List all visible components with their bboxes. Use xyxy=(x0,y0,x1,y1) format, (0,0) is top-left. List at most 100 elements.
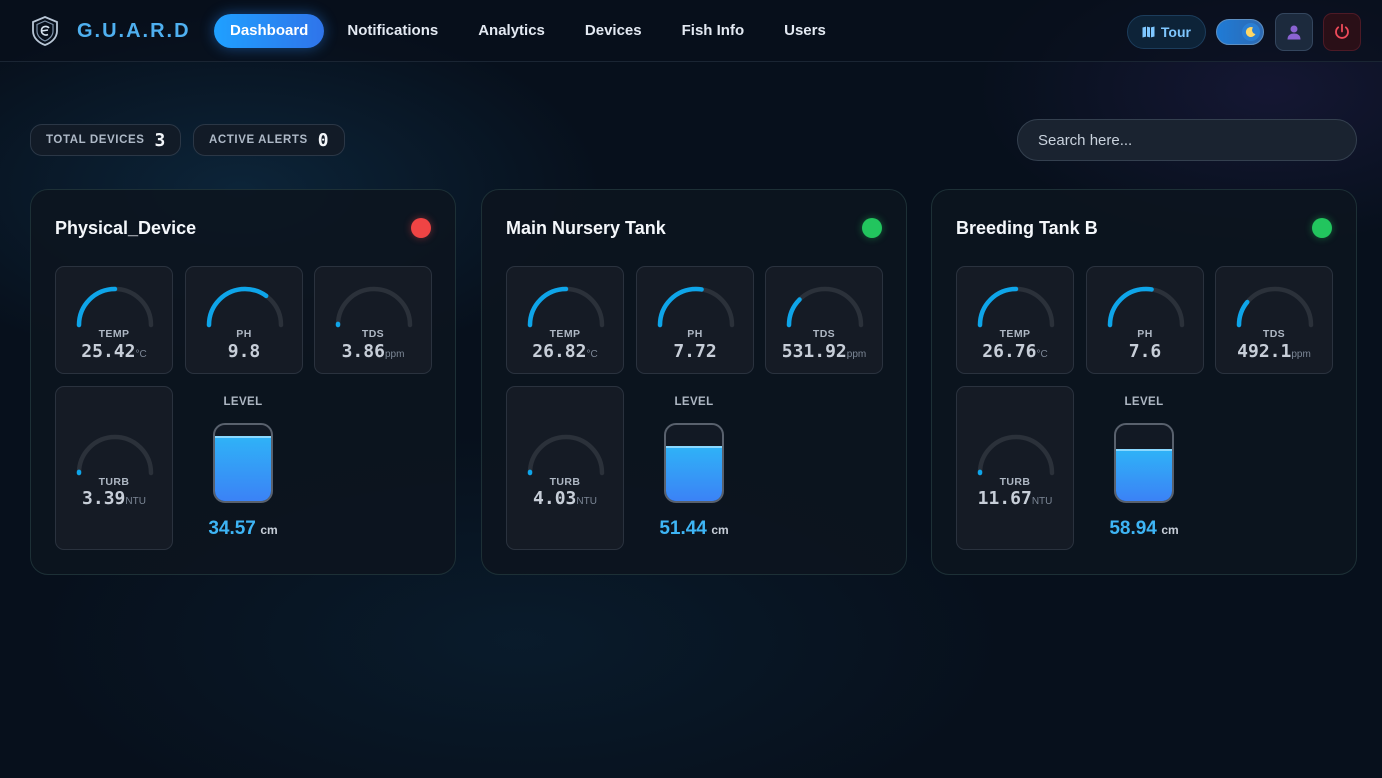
nav-link-users[interactable]: Users xyxy=(770,14,840,48)
tds-gauge: TDS 531.92ppm xyxy=(765,266,883,374)
temp-gauge: TEMP 25.42°C xyxy=(55,266,173,374)
search-input[interactable] xyxy=(1017,119,1357,161)
water-level-tank xyxy=(664,423,724,503)
temp-gauge: TEMP 26.76°C xyxy=(956,266,1074,374)
temp-value: 25.42 xyxy=(81,341,136,362)
turb-gauge: TURB 11.67NTU xyxy=(956,386,1074,550)
ph-label: PH xyxy=(1137,328,1153,340)
temp-unit: °C xyxy=(586,349,598,360)
ph-label: PH xyxy=(687,328,703,340)
brand-name: G.U.A.R.D xyxy=(77,19,191,42)
device-card-2[interactable]: Breeding Tank B TEMP 26.76°C PH 7.6 TDS … xyxy=(931,189,1357,575)
device-name: Main Nursery Tank xyxy=(506,218,666,238)
temp-label: TEMP xyxy=(549,328,581,340)
device-name: Physical_Device xyxy=(55,218,197,238)
turb-gauge-arc xyxy=(76,434,154,476)
turb-gauge: TURB 4.03NTU xyxy=(506,386,624,550)
temp-gauge-arc xyxy=(977,286,1055,328)
ph-gauge-arc xyxy=(206,286,284,328)
total-devices-label: TOTAL DEVICES xyxy=(46,134,145,146)
temp-gauge-arc xyxy=(76,286,154,328)
ph-value: 7.72 xyxy=(673,341,717,362)
ph-label: PH xyxy=(236,328,252,340)
theme-toggle[interactable] xyxy=(1216,19,1264,45)
nav-link-notifications[interactable]: Notifications xyxy=(333,14,452,48)
moon-icon xyxy=(1242,23,1260,41)
tds-value: 531.92 xyxy=(781,341,847,362)
turb-value: 11.67 xyxy=(977,488,1032,509)
tds-gauge-arc xyxy=(1236,286,1314,328)
total-devices-stat: TOTAL DEVICES 3 xyxy=(30,124,182,156)
ph-value: 9.8 xyxy=(227,341,261,362)
device-status-indicator xyxy=(411,218,431,238)
tds-unit: ppm xyxy=(846,349,867,360)
tds-label: TDS xyxy=(361,328,385,340)
water-level-tank xyxy=(213,423,273,503)
water-level-fill xyxy=(666,446,722,501)
tds-value: 3.86 xyxy=(341,341,385,362)
nav-link-analytics[interactable]: Analytics xyxy=(464,14,559,48)
level-unit: cm xyxy=(260,523,278,537)
level-unit: cm xyxy=(1161,523,1179,537)
nav-links: Dashboard Notifications Analytics Device… xyxy=(214,14,852,48)
ph-gauge-arc xyxy=(1107,286,1185,328)
logout-button[interactable] xyxy=(1323,13,1361,51)
map-icon xyxy=(1142,26,1155,38)
user-icon xyxy=(1287,25,1301,40)
water-level-fill xyxy=(215,436,271,501)
ph-gauge: PH 9.8 xyxy=(185,266,303,374)
ph-gauge: PH 7.6 xyxy=(1086,266,1204,374)
nav-link-dashboard[interactable]: Dashboard xyxy=(214,14,325,48)
device-card-1[interactable]: Main Nursery Tank TEMP 26.82°C PH 7.72 T… xyxy=(481,189,907,575)
tds-label: TDS xyxy=(812,328,836,340)
level-label: LEVEL xyxy=(223,396,263,408)
turb-unit: NTU xyxy=(1031,496,1053,507)
device-status-indicator xyxy=(1312,218,1332,238)
tds-gauge: TDS 3.86ppm xyxy=(314,266,432,374)
level-label: LEVEL xyxy=(674,396,714,408)
active-alerts-count: 0 xyxy=(317,129,329,151)
power-icon xyxy=(1335,23,1349,39)
level-unit: cm xyxy=(711,523,729,537)
tds-value: 492.1 xyxy=(1237,341,1292,362)
level-label: LEVEL xyxy=(1124,396,1164,408)
turb-value: 3.39 xyxy=(82,488,126,509)
brand[interactable]: G.U.A.R.D xyxy=(28,14,191,48)
temp-value: 26.82 xyxy=(532,341,587,362)
tour-label: Tour xyxy=(1160,24,1191,40)
turb-gauge: TURB 3.39NTU xyxy=(55,386,173,550)
tour-button[interactable]: Tour xyxy=(1126,15,1206,49)
tds-gauge-arc xyxy=(335,286,413,328)
ph-gauge-arc xyxy=(657,286,735,328)
device-card-0[interactable]: Physical_Device TEMP 25.42°C PH 9.8 TDS … xyxy=(30,189,456,575)
turb-gauge-arc xyxy=(977,434,1055,476)
tds-gauge-arc xyxy=(786,286,864,328)
temp-unit: °C xyxy=(135,349,147,360)
nav-link-fish-info[interactable]: Fish Info xyxy=(668,14,759,48)
temp-unit: °C xyxy=(1036,349,1048,360)
device-status-indicator xyxy=(862,218,882,238)
active-alerts-label: ACTIVE ALERTS xyxy=(209,134,308,146)
active-alerts-stat: ACTIVE ALERTS 0 xyxy=(193,124,345,156)
user-avatar-button[interactable] xyxy=(1275,13,1313,51)
top-navbar: G.U.A.R.D Dashboard Notifications Analyt… xyxy=(0,0,1382,62)
tds-unit: ppm xyxy=(384,349,405,360)
total-devices-count: 3 xyxy=(154,129,166,151)
device-name: Breeding Tank B xyxy=(956,218,1098,238)
temp-label: TEMP xyxy=(98,328,130,340)
tds-label: TDS xyxy=(1262,328,1286,340)
level-value: 34.57 xyxy=(208,518,256,539)
nav-link-devices[interactable]: Devices xyxy=(571,14,656,48)
ph-gauge: PH 7.72 xyxy=(636,266,754,374)
temp-label: TEMP xyxy=(999,328,1031,340)
turb-label: TURB xyxy=(98,476,130,488)
level-value: 58.94 xyxy=(1109,518,1157,539)
turb-unit: NTU xyxy=(125,496,146,507)
temp-gauge: TEMP 26.82°C xyxy=(506,266,624,374)
turb-value: 4.03 xyxy=(533,488,577,509)
tds-gauge: TDS 492.1ppm xyxy=(1215,266,1333,374)
shield-logo-icon xyxy=(32,16,58,46)
nav-actions: Tour xyxy=(1126,13,1361,51)
turb-label: TURB xyxy=(999,476,1031,488)
water-level-fill xyxy=(1116,449,1172,501)
